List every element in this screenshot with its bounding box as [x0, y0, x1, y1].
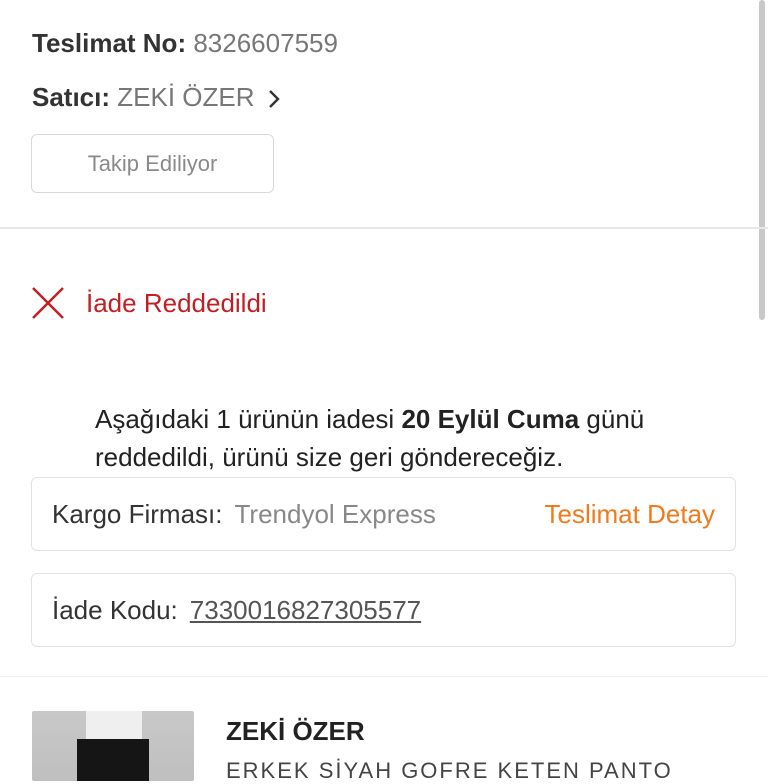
section-divider: [0, 227, 768, 229]
status-label: İade Reddedildi: [86, 287, 267, 318]
delivery-detail-link[interactable]: Teslimat Detay: [545, 499, 716, 530]
close-x-icon: [32, 287, 64, 319]
return-status: İade Reddedildi: [30, 283, 267, 323]
return-code-link[interactable]: 7330016827305577: [190, 595, 421, 626]
chevron-right-icon: [268, 90, 280, 108]
description-date: 20 Eylül Cuma: [401, 404, 580, 434]
return-code-label: İade Kodu:: [52, 594, 178, 625]
product-image-pants: [77, 739, 149, 781]
seller-label: Satıcı:: [32, 82, 111, 112]
shipment-info: Teslimat No: 8326607559 Satıcı: ZEKİ ÖZE…: [0, 0, 768, 228]
product-image-shirt: [86, 711, 142, 741]
cargo-company: Trendyol Express: [234, 498, 436, 529]
return-code-card: İade Kodu: 7330016827305577: [31, 573, 736, 647]
product-name[interactable]: ERKEK SİYAH GOFRE KETEN PANTO: [226, 758, 673, 784]
delivery-number-value: 8326607559: [193, 28, 338, 58]
return-description: Aşağıdaki 1 ürünün iadesi 20 Eylül Cuma …: [95, 400, 715, 476]
cargo-label: Kargo Firması:: [52, 498, 223, 529]
seller-name-link[interactable]: ZEKİ ÖZER: [117, 82, 254, 112]
delivery-number-row: Teslimat No: 8326607559: [32, 28, 338, 59]
delivery-number-label: Teslimat No:: [32, 28, 187, 58]
follow-button[interactable]: Takip Ediliyor: [31, 134, 274, 193]
product-item[interactable]: [0, 676, 768, 781]
product-thumbnail[interactable]: [32, 711, 194, 781]
description-text-1: Aşağıdaki 1 ürünün iadesi: [95, 404, 402, 434]
cargo-card: Kargo Firması: Trendyol Express Teslimat…: [31, 477, 736, 551]
product-seller: ZEKİ ÖZER: [226, 716, 365, 746]
seller-row[interactable]: Satıcı: ZEKİ ÖZER: [32, 82, 280, 113]
